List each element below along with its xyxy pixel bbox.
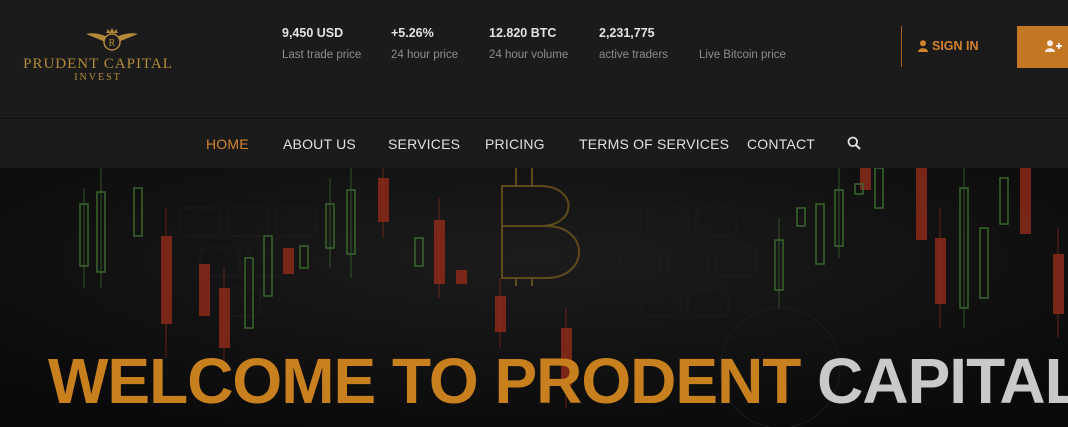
stat-label: Live Bitcoin price — [699, 49, 786, 61]
nav-services[interactable]: SERVICES — [388, 136, 460, 152]
stat-value — [699, 26, 786, 40]
header-divider — [901, 26, 902, 67]
stat-active-traders: 2,231,775 active traders — [599, 26, 668, 61]
stat-value: 2,231,775 — [599, 26, 655, 40]
user-icon — [918, 40, 928, 52]
nav-home[interactable]: HOME — [206, 136, 249, 152]
brand-logo[interactable]: R PRUDENT CAPITAL INVEST — [18, 28, 178, 88]
search-icon[interactable] — [847, 136, 861, 150]
stat-24h-volume: 12.820 BTC 24 hour volume — [489, 26, 568, 61]
nav-terms-of-services[interactable]: TERMS OF SERVICES — [579, 136, 729, 152]
hero-banner: WELCOME TO PRODENT CAPITAL — [0, 168, 1068, 427]
hero-title-gold: WELCOME TO PRODENT — [48, 345, 801, 417]
nav-contact[interactable]: CONTACT — [747, 136, 815, 152]
stat-value: 12.820 BTC — [489, 26, 557, 40]
nav-about-us[interactable]: ABOUT US — [283, 136, 356, 152]
sign-in-label: SIGN IN — [932, 39, 979, 53]
brand-name: PRUDENT CAPITAL — [23, 56, 173, 72]
stat-label: active traders — [599, 49, 669, 61]
top-bar: R PRUDENT CAPITAL INVEST 9,450 USD Last … — [0, 0, 1068, 118]
stat-live-bitcoin-price: Live Bitcoin price — [699, 26, 786, 61]
stat-24h-price: +5.26% 24 hour price — [391, 26, 458, 61]
user-plus-icon — [1045, 40, 1062, 52]
stat-last-trade-price: 9,450 USD Last trade price — [282, 26, 361, 61]
stat-value: +5.26% — [391, 26, 434, 40]
hero-title-gray: CAPITAL — [817, 345, 1068, 417]
crown-wings-emblem-icon: R — [86, 28, 138, 51]
main-nav: HOME ABOUT US SERVICES PRICING TERMS OF … — [0, 118, 1068, 169]
nav-pricing[interactable]: PRICING — [485, 136, 545, 152]
stat-value: 9,450 USD — [282, 26, 344, 40]
stat-label: 24 hour price — [391, 49, 459, 61]
emblem-letter: R — [109, 38, 116, 49]
stat-label: Last trade price — [282, 49, 362, 61]
hero-title: WELCOME TO PRODENT CAPITAL — [48, 344, 1068, 418]
sign-up-button[interactable] — [1017, 26, 1068, 68]
brand-subtitle: INVEST — [74, 72, 122, 83]
sign-in-link[interactable]: SIGN IN — [918, 39, 979, 53]
stat-label: 24 hour volume — [489, 49, 569, 61]
